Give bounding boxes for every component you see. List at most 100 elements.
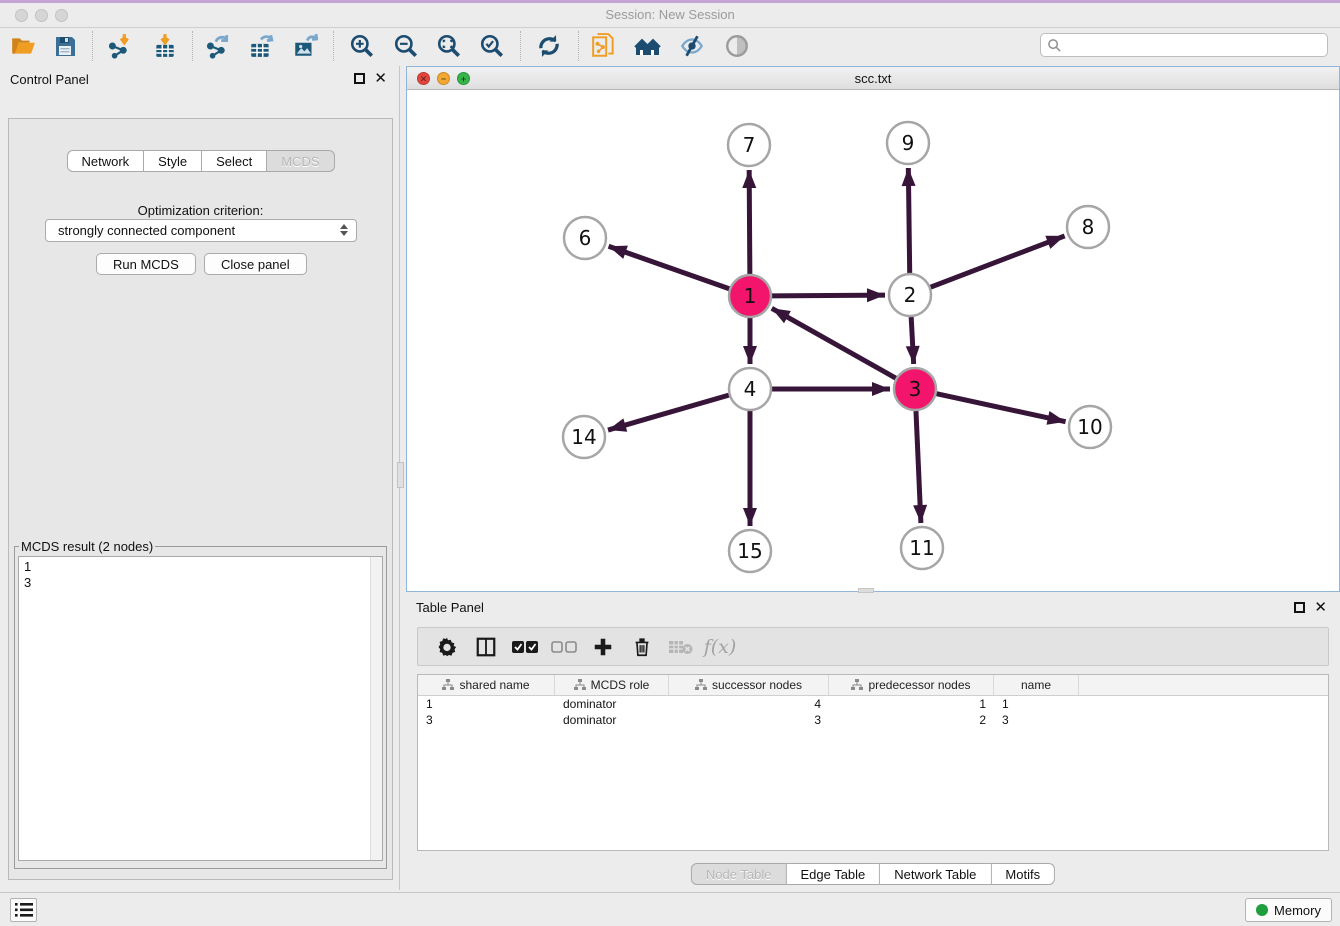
table-body: 1dominator4113dominator323 (418, 696, 1328, 728)
export-image-icon[interactable] (291, 32, 319, 60)
cell-mcds-role[interactable]: dominator (555, 712, 669, 728)
float-panel-icon[interactable] (354, 73, 365, 84)
tab-edge-table[interactable]: Edge Table (786, 863, 880, 885)
table-settings-icon[interactable] (434, 634, 460, 660)
toolbar-separator (333, 31, 334, 61)
table-row[interactable]: 3dominator323 (418, 712, 1328, 728)
graph-node-10[interactable]: 10 (1069, 406, 1111, 448)
control-panel-title: Control Panel (10, 72, 89, 87)
tab-motifs[interactable]: Motifs (991, 863, 1055, 885)
column-header-predecessor-nodes[interactable]: predecessor nodes (829, 675, 994, 695)
tab-style[interactable]: Style (144, 150, 202, 172)
graph-edge-1-7[interactable] (749, 170, 750, 274)
horizontal-splitter-handle[interactable] (858, 588, 874, 593)
show-hidden-icon[interactable] (723, 32, 751, 60)
export-table-icon[interactable] (247, 32, 275, 60)
mcds-result-group: MCDS result (2 nodes) 1 3 (14, 539, 387, 869)
export-network-icon[interactable] (204, 32, 232, 60)
column-header-successor-nodes[interactable]: successor nodes (669, 675, 829, 695)
result-scrollbar[interactable] (370, 557, 382, 860)
apply-layout-icon[interactable] (535, 32, 563, 60)
cell-mcds-role[interactable]: dominator (555, 696, 669, 712)
cell-predecessor-nodes[interactable]: 1 (829, 696, 994, 712)
graph-node-1[interactable]: 1 (729, 275, 771, 317)
graph-node-15[interactable]: 15 (729, 530, 771, 572)
graph-edge-1-2[interactable] (772, 295, 885, 296)
tab-select[interactable]: Select (202, 150, 267, 172)
toolbar-separator (192, 31, 193, 61)
zoom-in-icon[interactable] (348, 32, 376, 60)
delete-column-icon[interactable] (629, 634, 655, 660)
graph-edge-1-6[interactable] (609, 246, 730, 288)
split-panel-icon[interactable] (473, 634, 499, 660)
graph-edge-3-11[interactable] (916, 411, 921, 523)
column-hierarchy-icon (574, 679, 586, 691)
open-session-icon[interactable] (9, 32, 37, 60)
main-toolbar (0, 29, 1340, 64)
cell-successor-nodes[interactable]: 3 (669, 712, 829, 728)
graph-node-8[interactable]: 8 (1067, 206, 1109, 248)
task-history-button[interactable] (10, 898, 37, 922)
cell-name[interactable]: 3 (994, 712, 1079, 728)
import-network-icon[interactable] (106, 32, 134, 60)
graph-edge-3-10[interactable] (936, 394, 1065, 422)
memory-label: Memory (1274, 903, 1321, 918)
clone-network-icon[interactable] (590, 32, 618, 60)
tab-network[interactable]: Network (66, 150, 144, 172)
column-hierarchy-icon (851, 679, 863, 691)
graph-node-4[interactable]: 4 (729, 368, 771, 410)
column-header-mcds-role[interactable]: MCDS role (555, 675, 669, 695)
tab-node-table[interactable]: Node Table (691, 863, 787, 885)
graph-edge-2-9[interactable] (908, 168, 909, 273)
select-all-columns-icon[interactable] (512, 634, 538, 660)
cell-shared-name[interactable]: 3 (418, 712, 555, 728)
column-header-name[interactable]: name (994, 675, 1079, 695)
graph-node-14[interactable]: 14 (563, 416, 605, 458)
cell-successor-nodes[interactable]: 4 (669, 696, 829, 712)
svg-text:8: 8 (1082, 215, 1095, 239)
optimization-criterion-select[interactable]: strongly connected component (45, 219, 357, 242)
svg-text:15: 15 (737, 539, 762, 563)
graph-node-7[interactable]: 7 (728, 124, 770, 166)
graph-edge-2-8[interactable] (931, 236, 1065, 287)
import-table-icon[interactable] (151, 32, 179, 60)
zoom-out-icon[interactable] (392, 32, 420, 60)
network-window-titlebar[interactable]: ✕ − + scc.txt (407, 67, 1339, 90)
graph-node-9[interactable]: 9 (887, 122, 929, 164)
zoom-selected-icon[interactable] (478, 32, 506, 60)
zoom-fit-icon[interactable] (435, 32, 463, 60)
vertical-splitter-handle[interactable] (397, 462, 404, 488)
column-header-shared-name[interactable]: shared name (418, 675, 555, 695)
close-panel-button[interactable]: Close panel (204, 253, 307, 275)
search-box[interactable] (1040, 33, 1328, 57)
float-table-panel-icon[interactable] (1294, 602, 1305, 613)
cell-name[interactable]: 1 (994, 696, 1079, 712)
graph-node-3[interactable]: 3 (894, 368, 936, 410)
graph-node-6[interactable]: 6 (564, 217, 606, 259)
tab-mcds[interactable]: MCDS (267, 150, 334, 172)
hide-selected-icon[interactable] (678, 32, 706, 60)
table-row[interactable]: 1dominator411 (418, 696, 1328, 712)
show-all-networks-icon[interactable] (634, 32, 662, 60)
tab-network-table[interactable]: Network Table (880, 863, 991, 885)
table-toolbar: f(x) (417, 627, 1329, 666)
deselect-all-columns-icon[interactable] (551, 634, 577, 660)
graph-node-2[interactable]: 2 (889, 274, 931, 316)
search-input[interactable] (1062, 36, 1327, 54)
svg-text:3: 3 (909, 377, 922, 401)
run-mcds-button[interactable]: Run MCDS (96, 253, 196, 275)
network-canvas[interactable]: 1 2 3 4 6 7 8 9 10 11 14 15 (407, 90, 1339, 591)
cell-predecessor-nodes[interactable]: 2 (829, 712, 994, 728)
cell-shared-name[interactable]: 1 (418, 696, 555, 712)
graph-edge-4-14[interactable] (608, 395, 729, 430)
close-table-panel-icon[interactable]: ✕ (1314, 602, 1327, 613)
close-panel-icon[interactable]: ✕ (374, 73, 387, 84)
graph-edge-3-1[interactable] (772, 308, 896, 378)
graph-edge-2-3[interactable] (911, 317, 914, 364)
save-session-icon[interactable] (51, 32, 79, 60)
graph-node-11[interactable]: 11 (901, 527, 943, 569)
create-column-icon[interactable] (590, 634, 616, 660)
mcds-result-text[interactable]: 1 3 (18, 556, 383, 861)
status-bar: Memory (0, 892, 1340, 926)
memory-button[interactable]: Memory (1245, 898, 1332, 922)
